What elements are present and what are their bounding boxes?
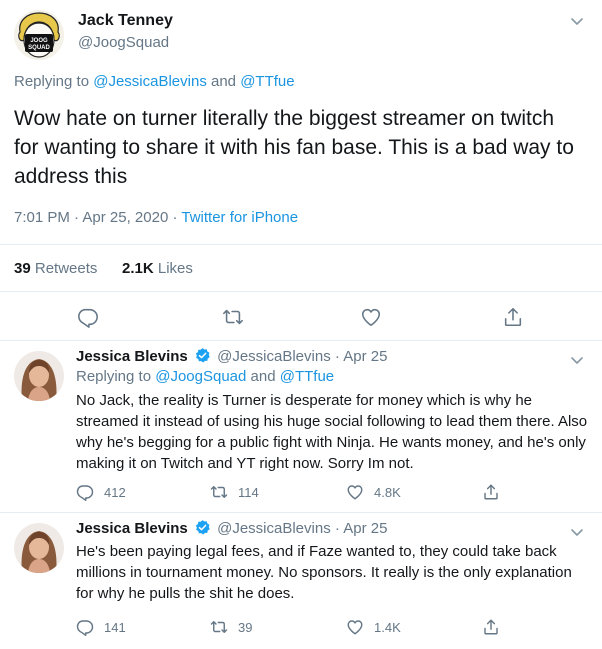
likes-stat[interactable]: 2.1K Likes bbox=[122, 260, 193, 277]
share-icon[interactable] bbox=[482, 618, 510, 636]
reply-count: 412 bbox=[104, 484, 126, 500]
replying-to: Replying to @JoogSquad and @TTfue bbox=[76, 368, 335, 385]
author-handle[interactable]: @JessicaBlevins bbox=[217, 348, 331, 365]
reply-text: He's been paying legal fees, and if Faze… bbox=[76, 543, 572, 602]
avatar[interactable] bbox=[14, 523, 64, 573]
verified-badge-icon bbox=[194, 519, 211, 536]
retweet-icon[interactable] bbox=[222, 306, 244, 328]
reply-header: Jessica Blevins @JessicaBlevins · Apr 25 bbox=[76, 519, 388, 537]
reply-tweet[interactable]: Jessica Blevins @JessicaBlevins · Apr 25… bbox=[0, 341, 602, 513]
tweet-date[interactable]: Apr 25 bbox=[343, 520, 387, 537]
avatar[interactable] bbox=[14, 351, 64, 401]
avatar-illustration: JOOG SQUAD bbox=[14, 10, 64, 60]
retweet-count: 114 bbox=[238, 484, 259, 500]
chevron-down-icon[interactable] bbox=[570, 14, 584, 28]
tweet-date[interactable]: Apr 25, 2020 bbox=[82, 209, 168, 226]
author-name[interactable]: Jack Tenney bbox=[78, 12, 173, 30]
svg-text:SQUAD: SQUAD bbox=[28, 45, 50, 51]
reply-header: Jessica Blevins @JessicaBlevins · Apr 25 bbox=[76, 347, 388, 365]
retweet-icon bbox=[210, 621, 228, 633]
retweet-icon bbox=[210, 486, 228, 498]
share-icon[interactable] bbox=[502, 306, 524, 328]
chevron-down-icon[interactable] bbox=[570, 525, 584, 539]
tweet-date[interactable]: Apr 25 bbox=[343, 348, 387, 365]
mention-link[interactable]: @TTfue bbox=[280, 368, 334, 385]
heart-icon bbox=[347, 485, 363, 500]
avatar-photo bbox=[14, 523, 64, 573]
like-count: 4.8K bbox=[374, 484, 401, 500]
main-tweet: JOOG SQUAD Jack Tenney @JoogSquad Replyi… bbox=[0, 0, 602, 341]
svg-text:JOOG: JOOG bbox=[30, 38, 48, 44]
reply-icon bbox=[76, 620, 94, 636]
author-handle[interactable]: @JoogSquad bbox=[78, 34, 169, 51]
mention-link[interactable]: @JoogSquad bbox=[155, 368, 246, 385]
heart-icon[interactable] bbox=[360, 306, 382, 328]
reply-tweet[interactable]: Jessica Blevins @JessicaBlevins · Apr 25… bbox=[0, 513, 602, 649]
tweet-meta: 7:01 PM · Apr 25, 2020 · Twitter for iPh… bbox=[14, 209, 299, 226]
like-action[interactable]: 1.4K bbox=[346, 618, 401, 636]
share-icon[interactable] bbox=[482, 483, 510, 501]
avatar[interactable]: JOOG SQUAD bbox=[14, 10, 64, 60]
retweet-count: 39 bbox=[238, 619, 253, 635]
mention-link[interactable]: @TTfue bbox=[240, 73, 294, 90]
retweet-action[interactable]: 39 bbox=[210, 618, 252, 636]
tweet-time[interactable]: 7:01 PM bbox=[14, 209, 70, 226]
author-name[interactable]: Jessica Blevins bbox=[76, 348, 188, 365]
author-name[interactable]: Jessica Blevins bbox=[76, 520, 188, 537]
reply-icon[interactable] bbox=[77, 306, 99, 328]
heart-icon bbox=[347, 620, 363, 635]
replying-to: Replying to @JessicaBlevins and @TTfue bbox=[14, 73, 295, 90]
mention-link[interactable]: @JessicaBlevins bbox=[93, 73, 207, 90]
tweet-text: Wow hate on turner literally the biggest… bbox=[14, 107, 574, 188]
author-handle[interactable]: @JessicaBlevins bbox=[217, 520, 331, 537]
reply-count: 141 bbox=[104, 619, 126, 635]
reply-text: No Jack, the reality is Turner is desper… bbox=[76, 392, 588, 472]
reply-action[interactable]: 141 bbox=[76, 618, 126, 636]
like-action[interactable]: 4.8K bbox=[346, 483, 401, 501]
tweet-source[interactable]: Twitter for iPhone bbox=[181, 209, 298, 226]
retweet-action[interactable]: 114 bbox=[210, 483, 259, 501]
verified-badge-icon bbox=[194, 347, 211, 364]
reply-icon bbox=[76, 485, 94, 501]
retweets-stat[interactable]: 39 Retweets bbox=[14, 260, 97, 277]
avatar-photo bbox=[14, 351, 64, 401]
chevron-down-icon[interactable] bbox=[570, 353, 584, 367]
like-count: 1.4K bbox=[374, 619, 401, 635]
reply-action[interactable]: 412 bbox=[76, 483, 126, 501]
engagement-stats: 39 Retweets 2.1K Likes bbox=[0, 244, 602, 292]
